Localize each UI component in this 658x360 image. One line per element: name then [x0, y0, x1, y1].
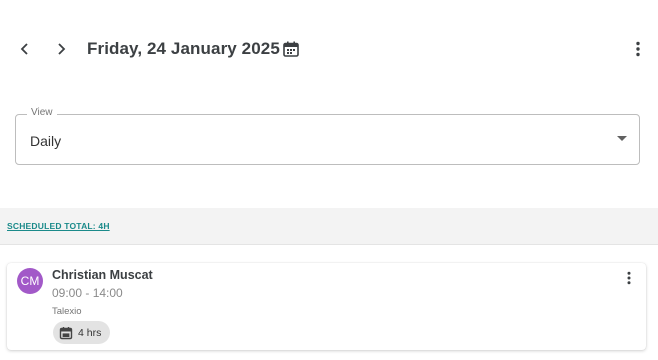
hours-label: 4 hrs — [78, 326, 102, 339]
header-more-button[interactable] — [624, 35, 652, 63]
hours-chip: 4 hrs — [53, 321, 111, 344]
calendar-icon — [282, 40, 300, 58]
shift-time: 09:00 - 14:00 — [52, 286, 123, 300]
shift-card[interactable]: CM Christian Muscat 09:00 - 14:00 Talexi… — [7, 263, 646, 350]
calendar-icon — [59, 326, 73, 340]
dropdown-caret-icon — [617, 136, 627, 141]
date-header: Friday, 24 January 2025 — [0, 28, 658, 70]
previous-day-button[interactable] — [11, 35, 39, 63]
view-select-label: View — [27, 107, 57, 118]
avatar: CM — [17, 268, 43, 294]
next-day-button[interactable] — [47, 35, 75, 63]
scheduled-total-bar: SCHEDULED TOTAL: 4H — [0, 208, 658, 245]
scheduled-total-link[interactable]: SCHEDULED TOTAL: 4H — [7, 221, 110, 231]
view-select-value: Daily — [30, 133, 62, 149]
schedule-page: Friday, 24 January 2025 View Daily SCHED… — [0, 0, 658, 360]
more-vert-icon — [626, 271, 632, 285]
employee-name: Christian Muscat — [52, 268, 153, 282]
date-title: Friday, 24 January 2025 — [87, 39, 280, 58]
view-select[interactable]: View Daily — [15, 107, 640, 165]
date-picker-button[interactable] — [280, 38, 302, 60]
more-vert-icon — [635, 41, 641, 57]
company-name: Talexio — [52, 306, 82, 317]
chevron-left-icon — [18, 42, 32, 56]
chevron-right-icon — [54, 42, 68, 56]
shift-more-button[interactable] — [619, 268, 639, 288]
